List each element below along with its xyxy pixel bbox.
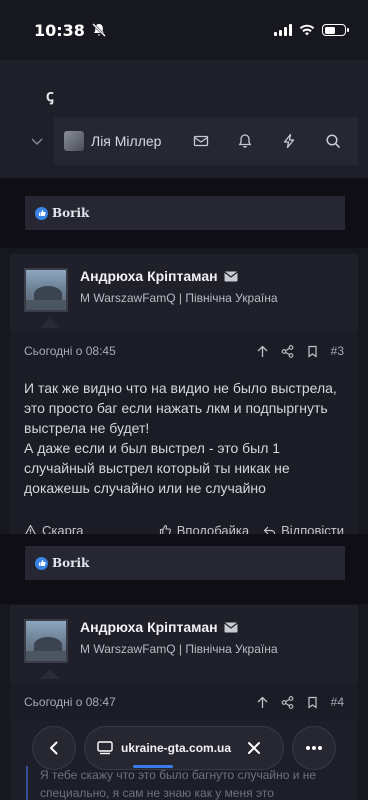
clock-text: 10:38 xyxy=(34,20,85,40)
user-avatar[interactable] xyxy=(64,131,84,151)
envelope-icon xyxy=(223,622,238,632)
avatar-pointer xyxy=(40,669,60,679)
author-name-text[interactable]: Андрюха Кріптаман xyxy=(80,268,218,284)
share-icon[interactable] xyxy=(281,695,294,709)
lightning-icon[interactable] xyxy=(281,133,297,149)
battery-icon xyxy=(322,24,349,36)
bookmark-icon[interactable] xyxy=(306,345,319,358)
reaction-bar: Borik xyxy=(25,546,345,580)
post-number[interactable]: #3 xyxy=(331,344,344,358)
quote-preview-text: Я тебе скажу что это было багнуто случай… xyxy=(26,766,346,800)
search-icon[interactable] xyxy=(325,133,341,149)
post-meta-row: Сьогодні о 08:45 #3 xyxy=(24,332,344,370)
close-icon[interactable] xyxy=(247,741,261,755)
more-dots-icon xyxy=(306,746,322,750)
arrow-up-icon[interactable] xyxy=(256,696,269,709)
thumbs-up-icon xyxy=(35,206,48,220)
author-title: M WarszawFamQ | Північна Україна xyxy=(80,642,278,656)
post-paragraph: А даже если и был выстрел - это был 1 сл… xyxy=(24,440,290,496)
envelope-icon xyxy=(223,271,238,281)
author-name[interactable]: Андрюха Кріптаман xyxy=(80,619,238,635)
post-date[interactable]: Сьогодні о 08:47 xyxy=(24,695,116,709)
chevron-down-icon[interactable] xyxy=(30,134,44,148)
arrow-up-icon[interactable] xyxy=(256,345,269,358)
share-icon[interactable] xyxy=(281,344,294,358)
user-name[interactable]: Лія Міллер xyxy=(91,133,161,149)
bell-icon[interactable] xyxy=(237,133,253,149)
status-time: 10:38 xyxy=(34,21,107,40)
url-text[interactable]: ukraine-gta.com.ua xyxy=(121,741,231,755)
author-name[interactable]: Андрюха Кріптаман xyxy=(80,268,238,284)
post-paragraph: И так же видно что на видио не было выст… xyxy=(24,380,337,436)
browser-toolbar: ukraine-gta.com.ua xyxy=(32,726,342,770)
post-author-block: Андрюха Кріптаман M WarszawFamQ | Північ… xyxy=(10,254,358,332)
post-number[interactable]: #4 xyxy=(331,695,344,709)
reaction-bar: Borik xyxy=(25,196,345,230)
post-body: Сьогодні о 08:47 #4 xyxy=(10,683,358,721)
author-name-text[interactable]: Андрюха Кріптаман xyxy=(80,619,218,635)
loading-indicator xyxy=(133,765,173,768)
bell-muted-icon xyxy=(92,23,106,37)
post-meta-row: Сьогодні о 08:47 #4 xyxy=(24,683,344,721)
chevron-left-icon xyxy=(50,741,58,755)
post-author-block: Андрюха Кріптаман M WarszawFamQ | Північ… xyxy=(10,605,358,683)
wifi-icon xyxy=(299,24,315,36)
thumbs-up-icon xyxy=(35,556,48,570)
post-date[interactable]: Сьогодні о 08:45 xyxy=(24,344,116,358)
status-bar: 10:38 xyxy=(0,0,368,60)
reaction-user-name[interactable]: Borik xyxy=(52,556,89,570)
avatar-pointer xyxy=(40,318,60,328)
mail-icon[interactable] xyxy=(193,133,209,149)
bookmark-icon[interactable] xyxy=(306,696,319,709)
more-button[interactable] xyxy=(292,726,336,770)
author-avatar[interactable] xyxy=(24,268,68,312)
reaction-user-name[interactable]: Borik xyxy=(52,206,89,220)
forum-post: Андрюха Кріптаман M WarszawFamQ | Північ… xyxy=(10,254,358,550)
user-navbar: Лія Міллер xyxy=(54,117,358,165)
site-logo[interactable]: ꞔ xyxy=(46,84,54,106)
address-bar[interactable]: ukraine-gta.com.ua xyxy=(84,726,284,770)
signal-icon xyxy=(274,24,292,36)
author-avatar[interactable] xyxy=(24,619,68,663)
post-message: И так же видно что на видио не было выст… xyxy=(24,370,344,498)
post-body: Сьогодні о 08:45 #3 И так же видно что н… xyxy=(10,332,358,550)
author-title: M WarszawFamQ | Північна Україна xyxy=(80,291,278,305)
back-button[interactable] xyxy=(32,726,76,770)
tabs-icon xyxy=(97,741,113,755)
